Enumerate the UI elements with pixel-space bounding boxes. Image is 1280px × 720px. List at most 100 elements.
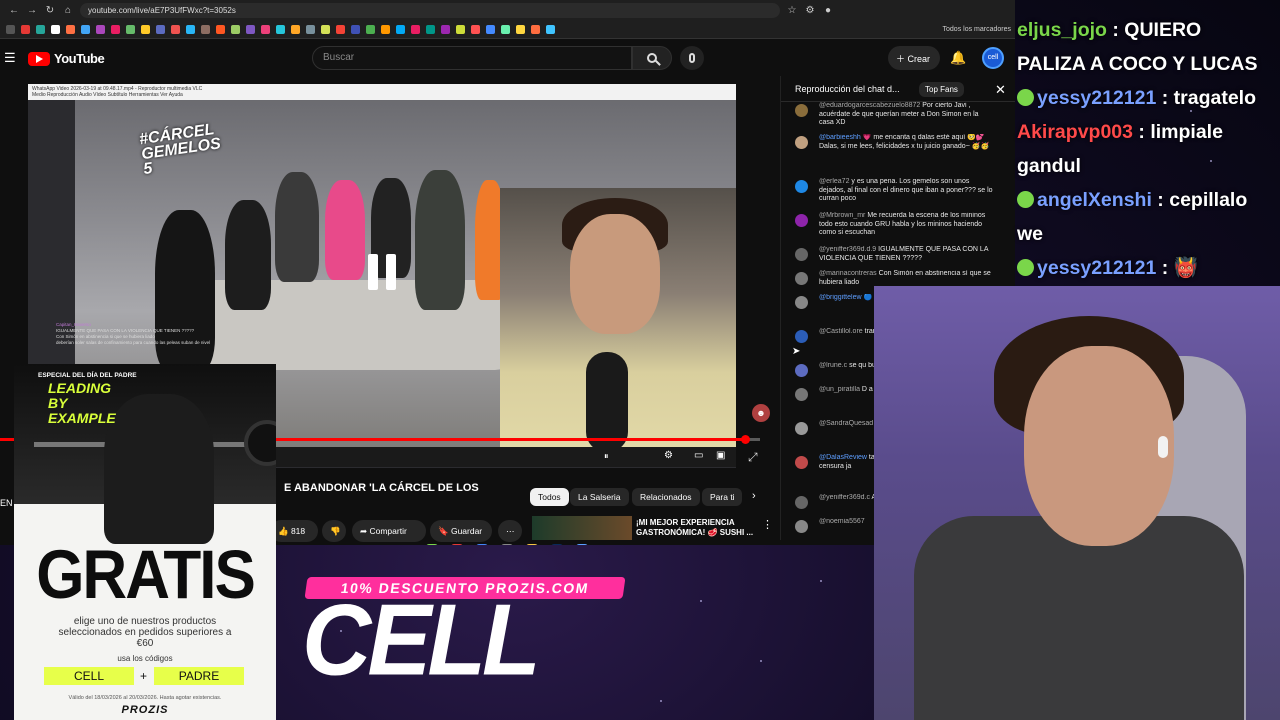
bookmark-icon[interactable]	[21, 24, 30, 34]
bookmark-icon[interactable]	[381, 24, 390, 34]
app-icon[interactable]	[426, 544, 438, 545]
account-avatar[interactable]: cell	[982, 47, 1004, 69]
chip-relacionados[interactable]: Relacionados	[632, 488, 700, 506]
pause-small-icon[interactable]: ⏸	[604, 451, 609, 462]
chip-para-ti[interactable]: Para ti	[702, 488, 742, 506]
bookmark-icon[interactable]	[51, 24, 60, 34]
bookmark-icon[interactable]	[171, 24, 180, 34]
top-fans-filter[interactable]: Top Fans	[919, 82, 964, 97]
bookmark-icon[interactable]	[486, 24, 495, 34]
chat-avatar[interactable]	[795, 456, 808, 469]
bookmark-icon[interactable]	[351, 24, 360, 34]
theater-icon[interactable]: ▭	[694, 450, 703, 461]
chat-author[interactable]: @yeniffer369d.c	[819, 494, 870, 501]
bookmark-icon[interactable]	[321, 24, 330, 34]
chat-avatar[interactable]	[795, 248, 808, 261]
search-button[interactable]	[632, 46, 672, 70]
chat-author[interactable]: @marinacontreras	[819, 270, 877, 277]
chat-avatar[interactable]	[795, 136, 808, 149]
app-icon[interactable]	[501, 544, 513, 545]
chat-avatar[interactable]	[795, 364, 808, 377]
chat-author[interactable]: @eduardogarcescabezuelo8872	[819, 102, 920, 109]
suggested-thumbnail[interactable]	[532, 516, 632, 540]
bookmark-icon[interactable]	[366, 24, 375, 34]
home-icon[interactable]: ⌂	[62, 5, 74, 16]
app-icon[interactable]	[576, 544, 588, 545]
kebab-menu-icon[interactable]: ⋮	[762, 518, 773, 531]
bookmark-icon[interactable]	[246, 24, 255, 34]
bookmark-icon[interactable]	[156, 24, 165, 34]
chat-author[interactable]: @Mrbrown_mr	[819, 212, 865, 219]
chat-header-title[interactable]: Reproducción del chat d...	[795, 84, 900, 94]
extensions-icon[interactable]: ⚙	[804, 5, 816, 16]
bookmark-icon[interactable]	[531, 24, 540, 34]
more-actions-button[interactable]: ⋯	[498, 520, 522, 542]
bookmark-icon[interactable]	[111, 24, 120, 34]
all-bookmarks-link[interactable]: Todos los marcadores	[943, 26, 1011, 33]
app-icon[interactable]	[451, 544, 463, 545]
bookmark-icon[interactable]	[36, 24, 45, 34]
notifications-bell-icon[interactable]: 🔔	[950, 50, 966, 66]
chat-author[interactable]: @Castillol.ore	[819, 328, 863, 335]
chip-la-salseria[interactable]: La Salseria	[570, 488, 629, 506]
star-icon[interactable]: ☆	[786, 5, 798, 16]
bookmark-icon[interactable]	[126, 24, 135, 34]
fullscreen-icon[interactable]: ⤢	[748, 450, 758, 465]
chat-author[interactable]: @DalasReview	[819, 454, 867, 461]
bookmark-icon[interactable]	[201, 24, 210, 34]
bookmark-icon[interactable]	[291, 24, 300, 34]
channel-avatar-icon[interactable]: ☻	[752, 404, 770, 422]
chat-author[interactable]: @noemia5567	[819, 518, 865, 525]
pause-icon[interactable]	[368, 254, 400, 294]
chat-avatar[interactable]	[795, 296, 808, 309]
search-input[interactable]: Buscar	[312, 46, 632, 70]
bookmark-icon[interactable]	[336, 24, 345, 34]
folder-icon[interactable]	[526, 544, 538, 545]
chat-author[interactable]: @yeniffer369d.d.9	[819, 246, 876, 253]
chat-avatar[interactable]	[795, 496, 808, 509]
bookmark-icon[interactable]	[96, 24, 105, 34]
chrome-icon[interactable]	[476, 544, 488, 545]
suggested-video-title[interactable]: ¡MI MEJOR EXPERIENCIA GASTRONÓMICA! 🥩 SU…	[636, 518, 753, 538]
bookmark-icon[interactable]	[516, 24, 525, 34]
bookmark-icon[interactable]	[6, 24, 15, 34]
bookmark-icon[interactable]	[141, 24, 150, 34]
bookmark-icon[interactable]	[276, 24, 285, 34]
bookmark-icon[interactable]	[441, 24, 450, 34]
chat-avatar[interactable]	[795, 388, 808, 401]
close-icon[interactable]: ✕	[995, 82, 1006, 98]
progress-scrubber[interactable]	[740, 435, 750, 444]
chat-avatar[interactable]	[795, 520, 808, 533]
like-button[interactable]: 👍 818	[270, 520, 318, 542]
bookmark-icon[interactable]	[426, 24, 435, 34]
miniplayer-icon[interactable]: ▣	[716, 450, 725, 461]
bookmark-icon[interactable]	[471, 24, 480, 34]
chat-avatar[interactable]	[795, 104, 808, 117]
chip-todos[interactable]: Todos	[530, 488, 569, 506]
voice-search-button[interactable]	[680, 46, 704, 70]
chat-avatar[interactable]	[795, 422, 808, 435]
bookmark-icon[interactable]	[546, 24, 555, 34]
chat-author[interactable]: @lrune.c	[819, 362, 847, 369]
back-icon[interactable]: ←	[8, 5, 20, 16]
forward-icon[interactable]: →	[26, 5, 38, 16]
bookmark-icon[interactable]	[66, 24, 75, 34]
bookmark-icon[interactable]	[306, 24, 315, 34]
chat-author[interactable]: @erlea72	[819, 178, 849, 185]
menu-icon[interactable]: ☰	[4, 50, 16, 66]
chat-avatar[interactable]	[795, 214, 808, 227]
chat-author[interactable]: @briggittelew 🔵	[819, 294, 872, 301]
photoshop-icon[interactable]	[551, 544, 563, 545]
youtube-logo-icon[interactable]	[28, 52, 50, 66]
chat-author[interactable]: @barbieeshh 💗	[819, 134, 871, 141]
bookmark-icon[interactable]	[216, 24, 225, 34]
chat-author[interactable]: @SandraQuesad	[819, 420, 873, 427]
chat-avatar[interactable]	[795, 180, 808, 193]
bookmark-icon[interactable]	[231, 24, 240, 34]
save-button[interactable]: 🔖 Guardar	[430, 520, 492, 542]
chat-avatar[interactable]	[795, 272, 808, 285]
bookmark-icon[interactable]	[411, 24, 420, 34]
chat-author[interactable]: @un_piratilla	[819, 386, 860, 393]
reload-icon[interactable]: ↻	[44, 5, 56, 16]
share-button[interactable]: ➦ Compartir	[352, 520, 426, 542]
